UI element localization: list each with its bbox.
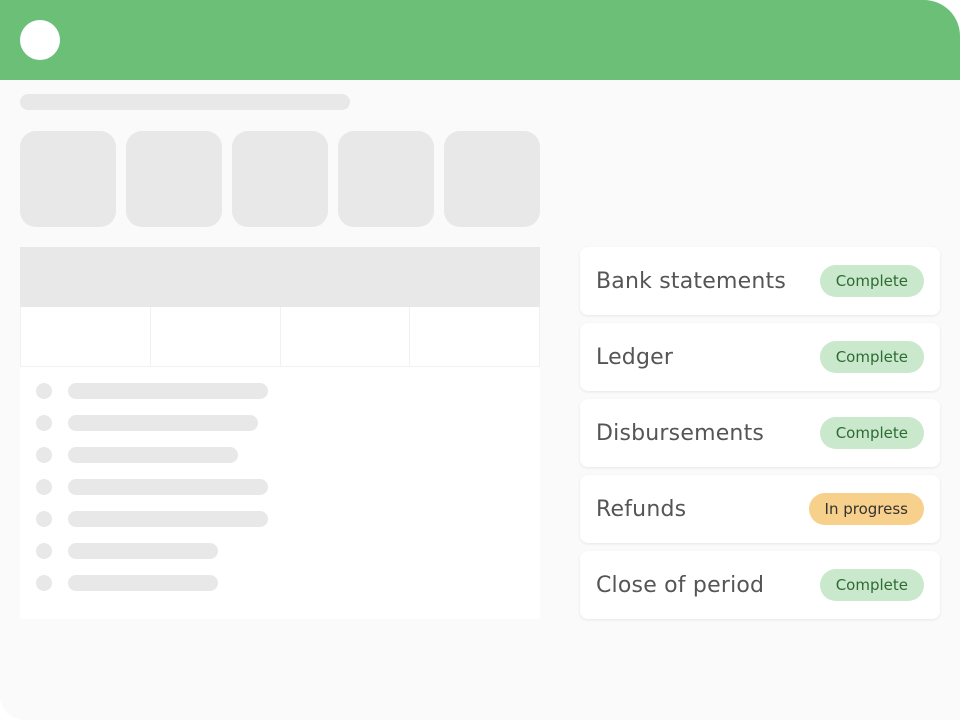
table-columns <box>20 307 540 367</box>
text-placeholder <box>68 575 218 591</box>
list-item <box>36 479 268 495</box>
table-placeholder <box>20 247 540 367</box>
app-header <box>0 0 960 80</box>
table-cell <box>151 307 281 366</box>
tile-placeholder[interactable] <box>20 131 116 227</box>
status-badge: Complete <box>819 417 924 449</box>
list-item <box>36 511 268 527</box>
status-badge: Complete <box>819 569 924 601</box>
status-card-refunds[interactable]: Refunds In progress <box>580 475 940 543</box>
table-header-placeholder <box>20 247 540 307</box>
bullet-icon <box>36 447 52 463</box>
text-placeholder <box>68 383 268 399</box>
bullet-icon <box>36 543 52 559</box>
list-item <box>36 383 268 399</box>
app-window: Bank statements Complete Ledger Complete… <box>0 0 960 720</box>
status-badge: In progress <box>808 493 924 525</box>
status-card-close-of-period[interactable]: Close of period Complete <box>580 551 940 619</box>
list-item <box>36 543 218 559</box>
status-card-label: Refunds <box>596 496 687 522</box>
bullet-icon <box>36 479 52 495</box>
status-card-label: Close of period <box>596 572 765 598</box>
status-badge: Complete <box>819 341 924 373</box>
status-badge: Complete <box>819 265 924 297</box>
tile-placeholder[interactable] <box>338 131 434 227</box>
list-placeholder <box>20 367 540 619</box>
list-item <box>36 575 218 591</box>
bullet-icon <box>36 575 52 591</box>
text-placeholder <box>68 415 258 431</box>
logo-icon[interactable] <box>20 20 60 60</box>
bullet-icon <box>36 383 52 399</box>
tile-placeholder[interactable] <box>444 131 540 227</box>
text-placeholder <box>68 447 238 463</box>
tile-placeholder[interactable] <box>232 131 328 227</box>
table-cell <box>410 307 540 366</box>
list-item <box>36 415 258 431</box>
tile-row <box>20 131 540 227</box>
text-placeholder <box>68 511 268 527</box>
title-placeholder <box>20 94 350 110</box>
text-placeholder <box>68 479 268 495</box>
status-card-disbursements[interactable]: Disbursements Complete <box>580 399 940 467</box>
text-placeholder <box>68 543 218 559</box>
status-card-ledger[interactable]: Ledger Complete <box>580 323 940 391</box>
tile-placeholder[interactable] <box>126 131 222 227</box>
status-card-label: Disbursements <box>596 420 765 446</box>
table-cell <box>20 307 151 366</box>
status-card-label: Ledger <box>596 344 674 370</box>
status-card-label: Bank statements <box>596 268 786 294</box>
bullet-icon <box>36 511 52 527</box>
status-card-bank-statements[interactable]: Bank statements Complete <box>580 247 940 315</box>
bullet-icon <box>36 415 52 431</box>
list-item <box>36 447 238 463</box>
table-cell <box>281 307 411 366</box>
